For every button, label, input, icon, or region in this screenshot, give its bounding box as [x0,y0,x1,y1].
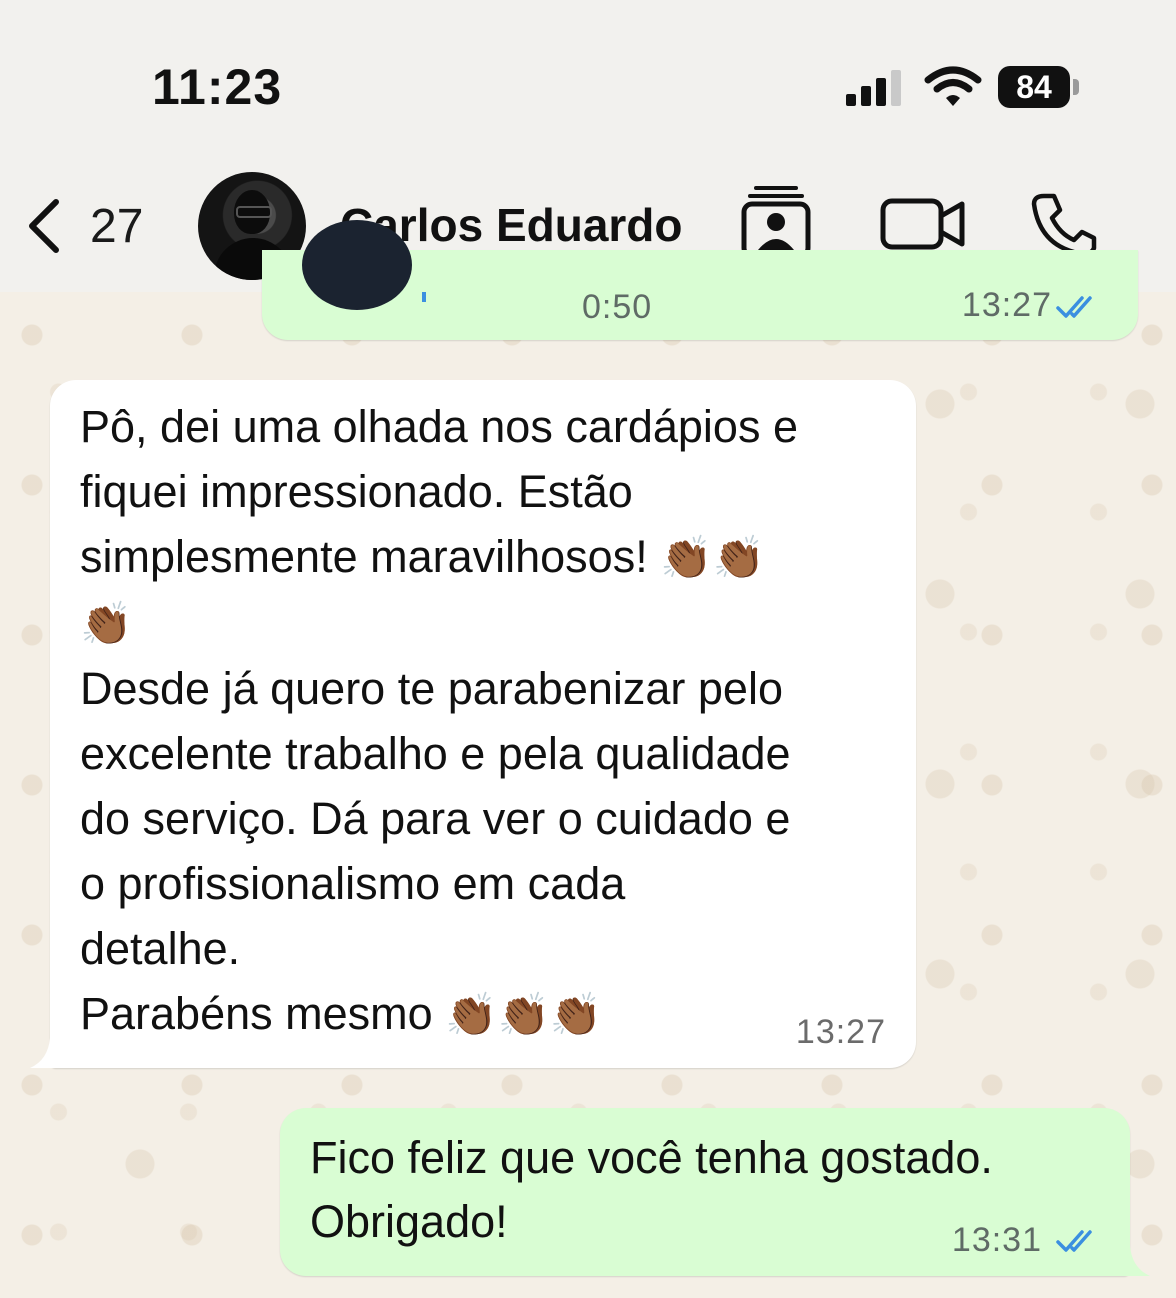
message-line: Pô, dei uma olhada nos cardápios e [80,401,798,452]
message-line: Fico feliz que você tenha gostado. [310,1132,993,1183]
contact-card-icon[interactable] [740,184,812,260]
cellular-signal-icon [846,70,901,106]
message-line: do serviço. Dá para ver o cuidado e [80,793,791,844]
message-line: Parabéns mesmo [80,988,433,1039]
message-line: simplesmente maravilhosos! [80,531,648,582]
read-ticks-icon [1056,1230,1092,1252]
message-line: o profissionalismo em cada [80,858,626,909]
chevron-left-icon [29,199,59,253]
bubble-tail [30,1038,70,1068]
back-button[interactable]: 27 [22,196,162,256]
status-time: 11:23 [152,59,283,115]
clapping-hands-emoji: 👏🏾 [80,599,133,648]
incoming-message[interactable]: Pô, dei uma olhada nos cardápios e fique… [30,380,916,1068]
clapping-hands-emoji: 👏🏾 [549,990,603,1039]
message-line: detalhe. [80,923,241,974]
audio-message[interactable]: 0:50 13:27 [262,220,1138,340]
battery-level: 84 [998,66,1070,108]
battery-icon: 84 [998,66,1082,108]
message-time: 13:31 [951,1221,1042,1259]
message-line: Desde já quero te parabenizar pelo [80,663,783,714]
clapping-hands-emoji: 👏🏾 [712,533,765,582]
clapping-hands-emoji: 👏🏾 [660,533,713,582]
message-text: Pô, dei uma olhada nos cardápios e fique… [80,394,900,1047]
audio-progress-dot[interactable] [422,292,426,302]
message-time: 13:27 [961,286,1052,324]
audio-sender-avatar [302,220,412,310]
message-time: 13:27 [795,1013,886,1051]
battery-tip [1073,79,1079,95]
clapping-hands-emoji: 👏🏾 [445,990,498,1039]
clapping-hands-emoji: 👏🏾 [497,990,550,1039]
read-ticks-icon [1056,296,1092,318]
bubble-tail [1110,1246,1150,1276]
video-call-icon[interactable] [880,198,966,250]
status-bar: 11:23 84 [0,0,1176,160]
unread-count: 27 [90,199,144,253]
message-line: excelente trabalho e pela qualidade [80,728,791,779]
audio-duration: 0:50 [582,288,653,326]
phone-call-icon[interactable] [1030,192,1098,256]
outgoing-message[interactable]: Fico feliz que você tenha gostado. Obrig… [280,1108,1150,1276]
wifi-icon [924,66,982,106]
avatar-glasses [236,206,272,218]
message-line: fiquei impressionado. Estão [80,466,633,517]
